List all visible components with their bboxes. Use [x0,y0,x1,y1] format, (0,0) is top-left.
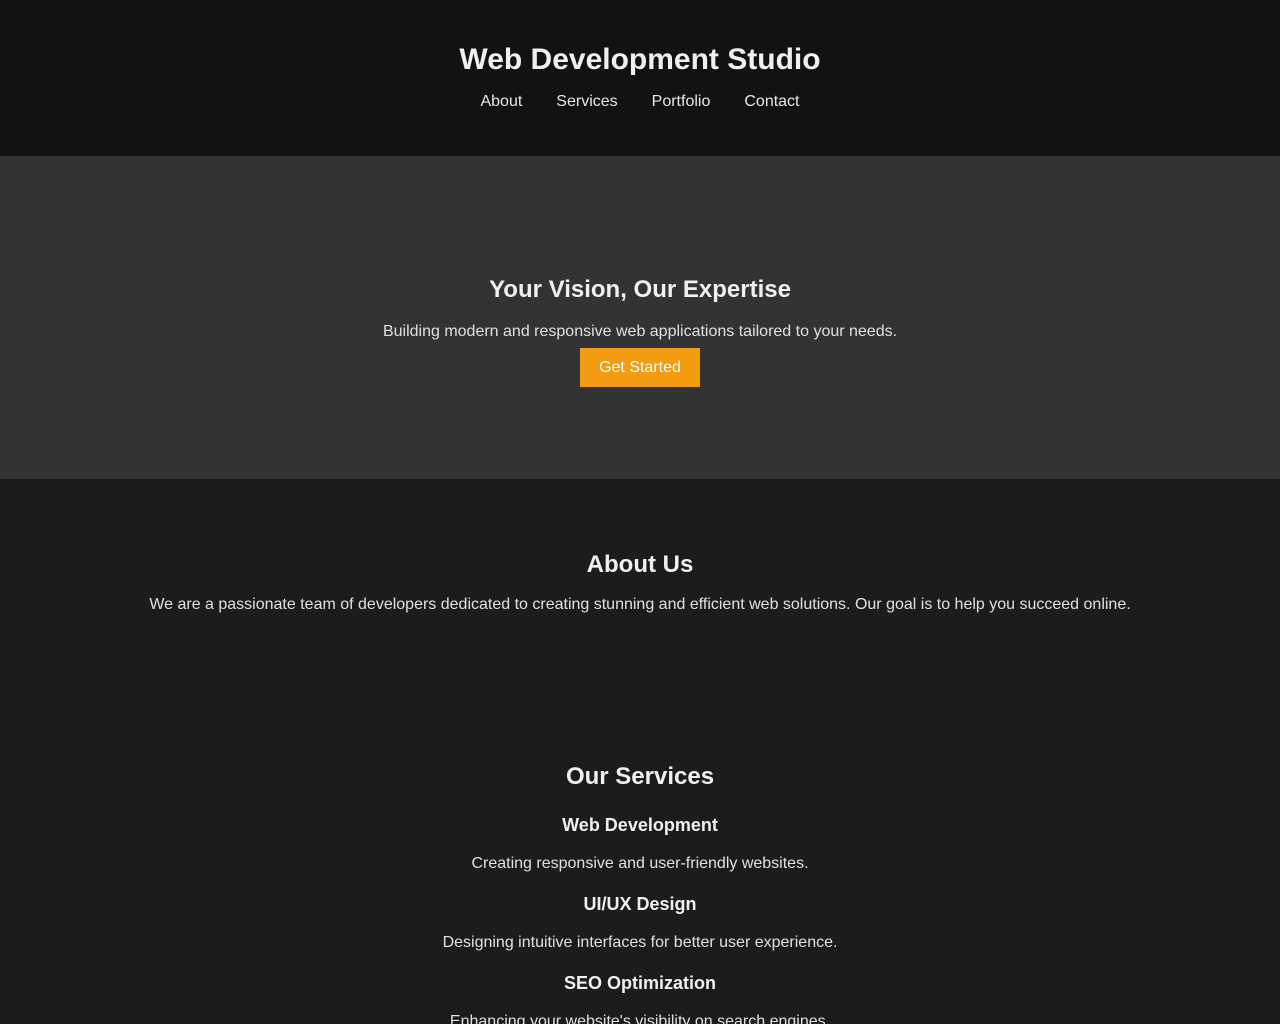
hero-title: Your Vision, Our Expertise [489,276,791,303]
site-title: Web Development Studio [459,43,821,76]
service-item: Web Development Creating responsive and … [0,814,1280,874]
service-description: Creating responsive and user-friendly we… [471,855,809,872]
service-title: Web Development [562,815,718,835]
services-section: Our Services Web Development Creating re… [0,690,1280,1024]
nav-link-about[interactable]: About [480,92,522,112]
nav-link-services[interactable]: Services [556,92,617,112]
site-header: Web Development Studio About Services Po… [0,0,1280,156]
hero-section: Your Vision, Our Expertise Building mode… [0,156,1280,479]
service-title: UI/UX Design [583,894,697,914]
services-title: Our Services [565,763,715,790]
hero-subtitle: Building modern and responsive web appli… [382,323,898,340]
service-item: SEO Optimization Enhancing your website'… [0,972,1280,1024]
about-text: We are a passionate team of developers d… [149,596,1131,613]
service-description: Designing intuitive interfaces for bette… [442,934,838,951]
nav-link-portfolio[interactable]: Portfolio [652,92,711,112]
service-title: SEO Optimization [563,973,716,993]
service-item: UI/UX Design Designing intuitive interfa… [0,893,1280,953]
service-description: Enhancing your website's visibility on s… [449,1013,831,1024]
nav-link-contact[interactable]: Contact [744,92,799,112]
main-nav: About Services Portfolio Contact [0,92,1280,112]
get-started-button[interactable]: Get Started [580,348,700,387]
about-section: About Us We are a passionate team of dev… [0,479,1280,690]
about-title: About Us [586,551,694,578]
